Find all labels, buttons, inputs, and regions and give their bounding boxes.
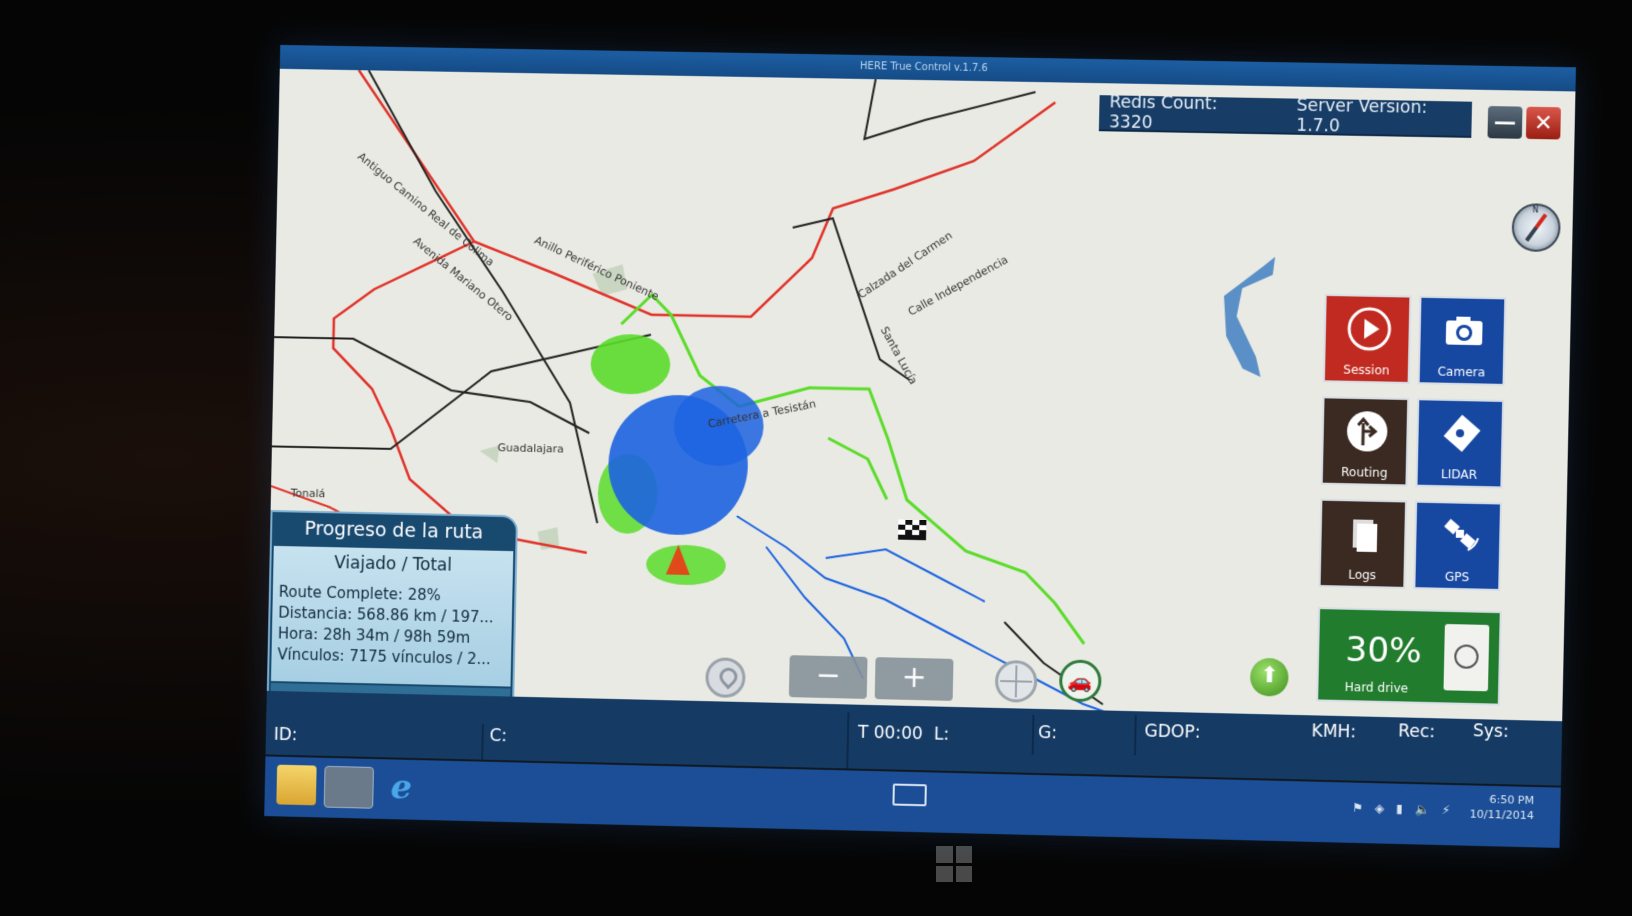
black-road — [272, 327, 651, 454]
zoom-out-button[interactable]: − — [788, 655, 868, 699]
links-row: Vínculos: 7175 vínculos / 2... — [277, 645, 491, 669]
close-button[interactable]: ✕ — [1525, 106, 1561, 140]
status-t: T 00:00 — [857, 722, 923, 745]
lidar-button[interactable]: LIDAR — [1415, 398, 1505, 489]
lidar-label: LIDAR — [1440, 467, 1478, 482]
logs-label: Logs — [1348, 567, 1377, 583]
server-info-bar: Redis Count: 3320 Server Version: 1.7.0 — [1098, 92, 1473, 139]
camera-button[interactable]: Camera — [1417, 295, 1507, 386]
route-progress-title: Progreso de la ruta — [304, 517, 484, 544]
map-view[interactable]: Antiguo Camino Real de Colima Avenida Ma… — [266, 68, 1576, 746]
redis-count: Redis Count: 3320 — [1109, 92, 1263, 135]
route-progress-body: Viajado / Total Route Complete: 28% Dist… — [270, 545, 514, 687]
status-c: C: — [489, 725, 508, 747]
map-label: Tonalá — [290, 487, 326, 501]
black-road — [864, 79, 1035, 142]
play-icon — [1347, 306, 1392, 351]
route-progress-panel: Progreso de la ruta Viajado / Total Rout… — [266, 510, 519, 719]
gps-label: GPS — [1444, 569, 1470, 585]
hard-drive-icon — [1443, 623, 1490, 692]
status-g: G: — [1037, 722, 1058, 744]
zoom-in-button[interactable]: + — [874, 657, 954, 701]
map-label: Calle Independencia — [906, 253, 1010, 319]
taskbar-clock[interactable]: 6:50 PM 10/11/2014 — [1463, 791, 1535, 823]
session-button[interactable]: Session — [1322, 293, 1412, 384]
camera-icon — [1445, 316, 1483, 346]
green-cluster — [590, 333, 671, 395]
green-track — [828, 437, 889, 501]
gps-button[interactable]: GPS — [1413, 500, 1503, 592]
status-kmh: KMH: — [1311, 721, 1357, 743]
routing-icon — [1346, 410, 1388, 452]
compass-needle — [1524, 213, 1548, 242]
file-explorer-icon[interactable] — [276, 764, 317, 806]
window-controls: — ✕ — [1487, 106, 1561, 140]
logs-icon — [1352, 519, 1378, 553]
red-road — [329, 239, 593, 553]
hard-drive-tile[interactable]: 30% Hard drive — [1316, 607, 1502, 706]
satellite-icon — [1444, 518, 1482, 558]
routing-button[interactable]: Routing — [1320, 396, 1410, 487]
camera-label: Camera — [1437, 364, 1486, 380]
clock-time: 6:50 PM — [1489, 792, 1535, 808]
redis-count-label: Redis Count: — [1109, 92, 1218, 115]
clock-date: 10/11/2014 — [1469, 807, 1535, 823]
server-version: Server Version: 1.7.0 — [1296, 96, 1472, 139]
hard-drive-label: Hard drive — [1344, 679, 1409, 696]
blue-track — [826, 548, 985, 603]
map-label: Santa Lucía — [878, 324, 920, 386]
server-version-label: Server Version: — [1296, 95, 1428, 119]
internet-explorer-icon[interactable]: e — [381, 767, 421, 808]
true-control-app-icon[interactable] — [323, 765, 375, 809]
green-cluster — [645, 544, 727, 586]
minimize-button[interactable]: — — [1487, 106, 1523, 139]
compass-north-label: N — [1532, 205, 1539, 215]
server-version-value: 1.7.0 — [1296, 115, 1341, 137]
black-road — [272, 337, 591, 433]
status-id: ID: — [273, 724, 298, 746]
hard-drive-percent: 30% — [1345, 629, 1423, 672]
status-gdop: GDOP: — [1144, 721, 1201, 743]
session-label: Session — [1343, 362, 1390, 378]
routing-label: Routing — [1340, 464, 1388, 480]
system-tray-icons[interactable]: ⚑ ◈ ▮ 🔈 ⚡ — [1352, 801, 1454, 818]
app-screen: HERE True Control v.1.7.6 Antiguo Camino… — [264, 44, 1576, 848]
logs-button[interactable]: Logs — [1318, 498, 1408, 589]
redis-count-value: 3320 — [1108, 112, 1153, 134]
lake-water — [1222, 255, 1276, 378]
lidar-icon — [1443, 414, 1481, 452]
status-l: L: — [933, 724, 950, 745]
status-rec: Rec: — [1398, 721, 1436, 743]
map-label: Guadalajara — [497, 441, 564, 455]
status-sys: Sys: — [1472, 721, 1509, 743]
windows-logo-icon[interactable] — [936, 846, 972, 882]
keyboard-icon[interactable] — [892, 783, 927, 807]
